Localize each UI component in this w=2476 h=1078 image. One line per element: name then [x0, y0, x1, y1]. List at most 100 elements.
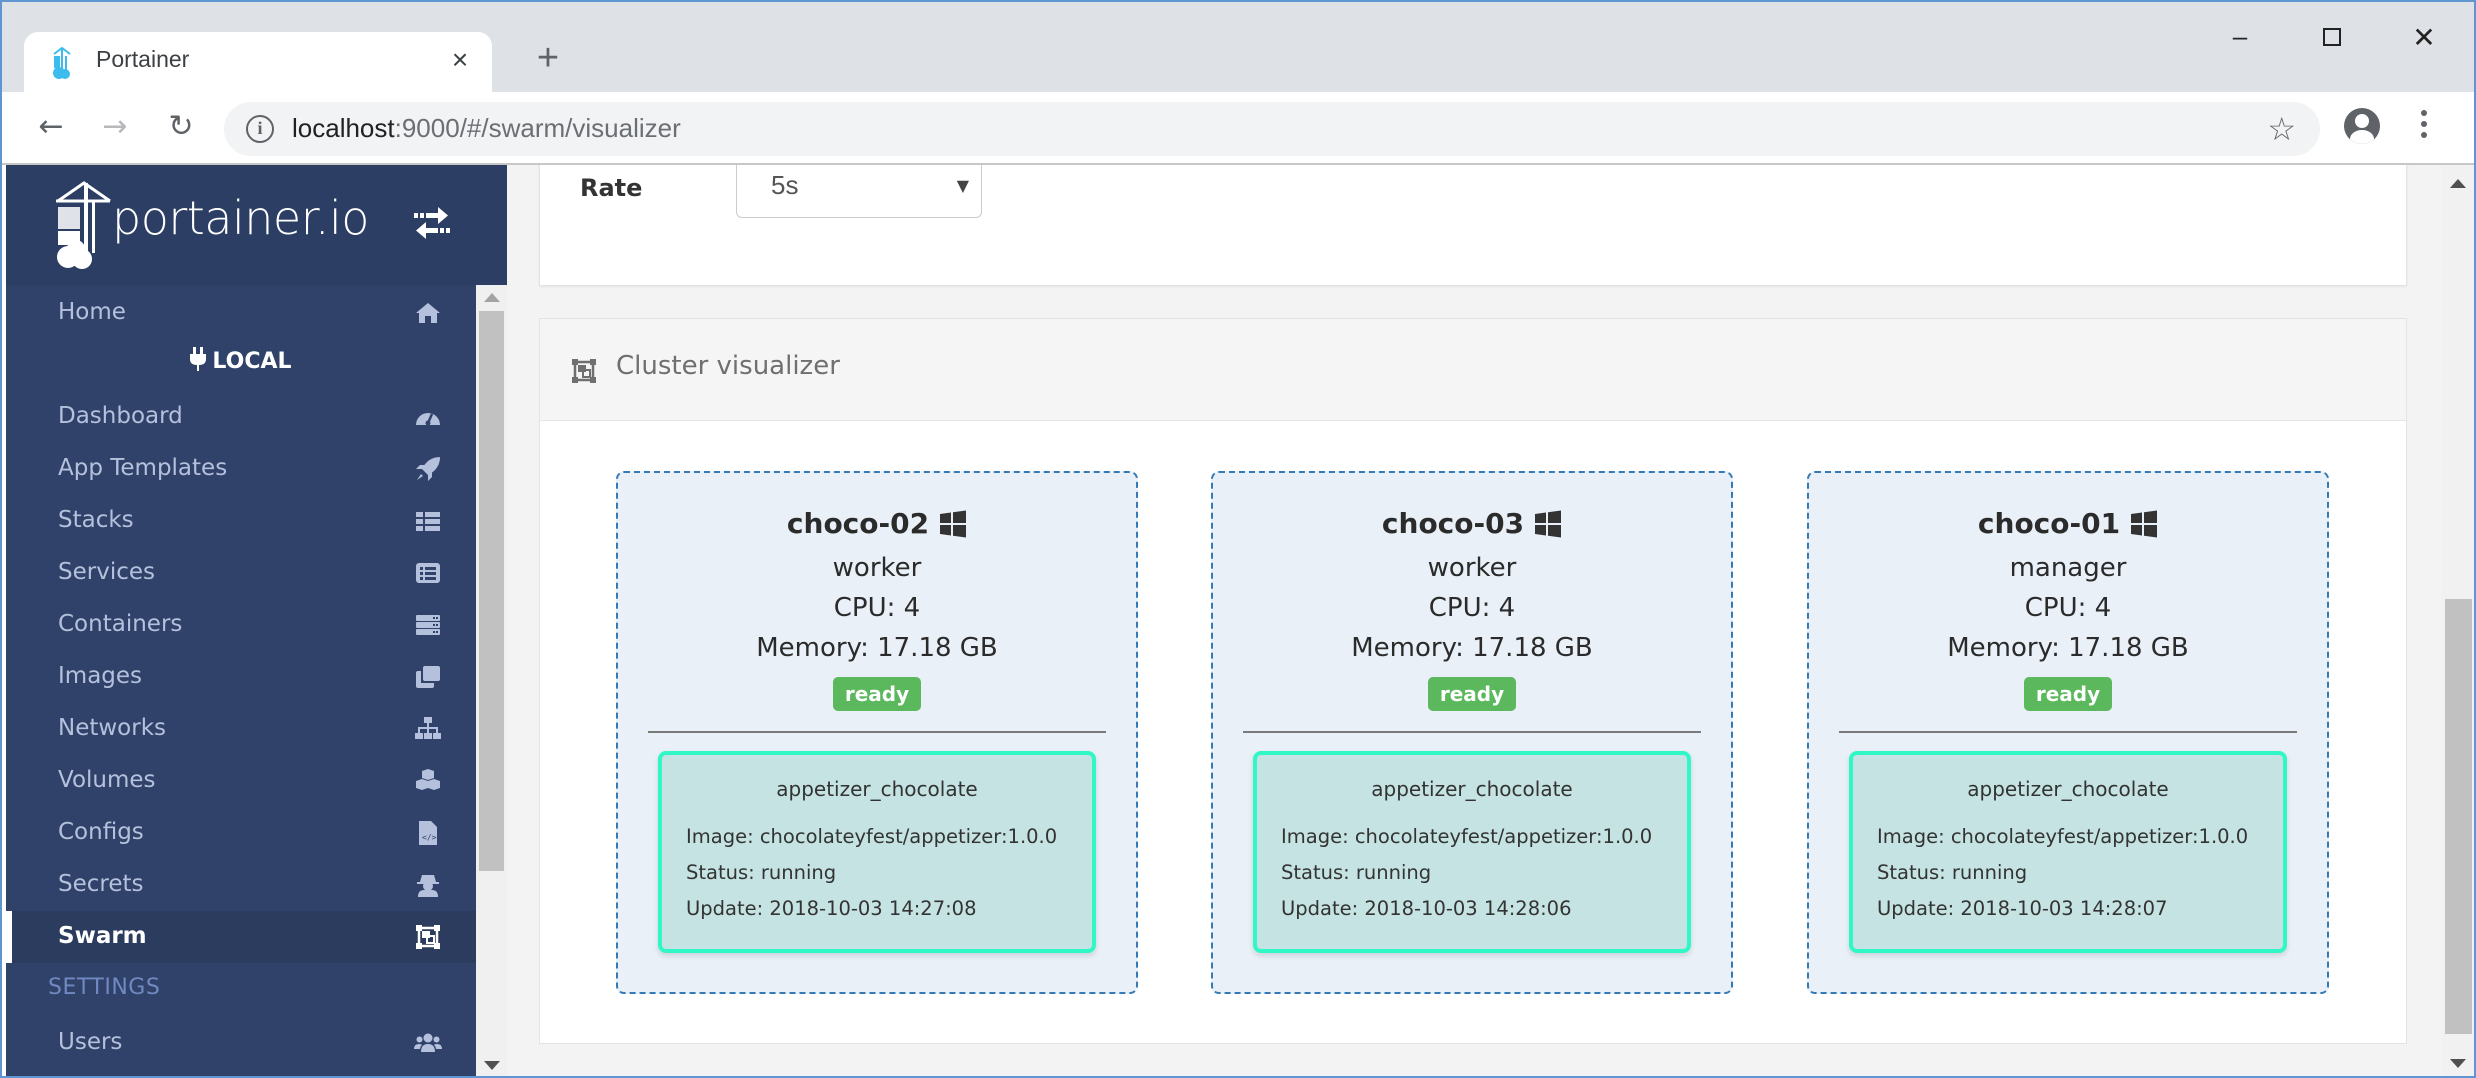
sitemap-icon: [415, 717, 441, 739]
portainer-logo[interactable]: portainer.io: [54, 177, 384, 273]
sidebar-item-label: Networks: [58, 715, 167, 741]
sidebar-item-label: Configs: [58, 819, 144, 845]
portainer-favicon-icon: [53, 46, 71, 79]
sidebar-item-volumes[interactable]: Volumes: [6, 755, 476, 807]
browser-menu-icon[interactable]: [2412, 106, 2436, 146]
scroll-down-arrow-icon[interactable]: [484, 1061, 500, 1070]
clone-icon: [416, 666, 440, 688]
tab-close-button[interactable]: ×: [444, 42, 476, 78]
scroll-down-arrow-icon[interactable]: [2450, 1059, 2466, 1068]
sidebar-item-label: Images: [58, 663, 143, 689]
sidebar-scrollbar-thumb[interactable]: [479, 311, 504, 871]
node-card: choco-03 worker CPU: 4 Memory: 17.18 GB …: [1211, 471, 1733, 994]
site-info-icon[interactable]: i: [246, 115, 274, 143]
windows-icon: [940, 510, 967, 537]
node-status-badge: ready: [2023, 677, 2113, 711]
portainer-crane-icon: [56, 181, 111, 269]
visualizer-settings-panel: Rate 5s ▼: [539, 165, 2407, 286]
svg-text:</>: </>: [422, 833, 437, 842]
node-status-badge: ready: [832, 677, 922, 711]
sidebar-item-networks[interactable]: Networks: [6, 703, 476, 755]
rocket-icon: [416, 457, 440, 481]
sidebar-item-configs[interactable]: Configs </>: [6, 807, 476, 859]
windows-icon: [2131, 510, 2158, 537]
sidebar-item-label: Containers: [58, 611, 183, 637]
endpoint-label: LOCAL: [6, 347, 476, 387]
close-window-button[interactable]: ✕: [2394, 16, 2454, 60]
rate-label: Rate: [580, 174, 643, 202]
node-memory: Memory: 17.18 GB: [1947, 633, 2189, 663]
sidebar-item-home[interactable]: Home: [6, 287, 476, 339]
browser-toolbar: ← → ↻ i localhost:9000/#/swarm/visualize…: [2, 92, 2474, 165]
th-list-icon: [416, 512, 440, 531]
url-host: localhost: [292, 113, 395, 143]
users-icon: [414, 1033, 442, 1052]
sidebar-item-swarm[interactable]: Swarm: [6, 911, 476, 963]
node-card: choco-01 manager CPU: 4 Memory: 17.18 GB…: [1807, 471, 2329, 994]
sidebar-item-label: Dashboard: [58, 403, 183, 429]
address-bar[interactable]: i localhost:9000/#/swarm/visualizer ☆: [224, 102, 2320, 156]
home-icon: [416, 303, 440, 323]
task-status: Status: running: [686, 861, 837, 884]
node-cpu: CPU: 4: [1428, 593, 1516, 623]
rate-select[interactable]: 5s ▼: [736, 165, 982, 218]
sidebar-item-images[interactable]: Images: [6, 651, 476, 703]
sidebar-toggle-icon[interactable]: [410, 201, 454, 245]
scroll-up-arrow-icon[interactable]: [484, 293, 500, 302]
sidebar-menu: Home LOCAL Dashboard App Templates Stack…: [6, 285, 476, 1076]
task-update: Update: 2018-10-03 14:28:06: [1281, 897, 1572, 920]
page-scrollbar-thumb[interactable]: [2445, 599, 2472, 1034]
sidebar-item-dashboard[interactable]: Dashboard: [6, 391, 476, 443]
sidebar-item-secrets[interactable]: Secrets: [6, 859, 476, 911]
maximize-button[interactable]: [2302, 16, 2362, 60]
sidebar-item-stacks[interactable]: Stacks: [6, 495, 476, 547]
url-path: :9000/#/swarm/visualizer: [394, 113, 681, 143]
new-tab-button[interactable]: +: [528, 38, 568, 78]
task-update: Update: 2018-10-03 14:28:07: [1877, 897, 2168, 920]
server-icon: [416, 615, 440, 635]
sidebar-item-app-templates[interactable]: App Templates: [6, 443, 476, 495]
object-group-icon: [572, 359, 596, 383]
sidebar-item-users[interactable]: Users: [6, 1017, 476, 1069]
page-scrollbar[interactable]: [2442, 165, 2474, 1076]
node-name: choco-03: [1381, 507, 1525, 540]
task-card[interactable]: appetizer_chocolate Image: chocolateyfes…: [658, 751, 1096, 953]
task-image: Image: chocolateyfest/appetizer:1.0.0: [1281, 825, 1653, 848]
sidebar-header: portainer.io: [6, 165, 507, 285]
browser-tab-portainer[interactable]: Portainer ×: [24, 32, 492, 94]
object-group-icon: [416, 925, 440, 949]
node-divider: [648, 731, 1106, 733]
sidebar-item-label: Secrets: [58, 871, 144, 897]
minimize-button[interactable]: –: [2210, 16, 2270, 60]
sidebar-item-label: Stacks: [58, 507, 134, 533]
node-role: manager: [2009, 553, 2127, 583]
url-text[interactable]: localhost:9000/#/swarm/visualizer: [292, 113, 681, 144]
node-memory: Memory: 17.18 GB: [756, 633, 998, 663]
node-role: worker: [1427, 553, 1517, 583]
main-content: Rate 5s ▼ Cluster visualizer choco-02 wo…: [507, 165, 2442, 1076]
scroll-up-arrow-icon[interactable]: [2450, 179, 2466, 188]
task-card[interactable]: appetizer_chocolate Image: chocolateyfes…: [1849, 751, 2287, 953]
profile-avatar-icon[interactable]: [2344, 108, 2380, 144]
sidebar-item-containers[interactable]: Containers: [6, 599, 476, 651]
task-image: Image: chocolateyfest/appetizer:1.0.0: [1877, 825, 2249, 848]
sidebar-item-label: Swarm: [58, 923, 147, 949]
forward-button[interactable]: →: [92, 104, 138, 150]
maximize-icon: [2323, 28, 2341, 46]
node-role: worker: [832, 553, 922, 583]
back-button[interactable]: ←: [28, 104, 74, 150]
sidebar-scrollbar[interactable]: [476, 285, 507, 1076]
bookmark-star-icon[interactable]: ☆: [2267, 110, 2296, 148]
task-card[interactable]: appetizer_chocolate Image: chocolateyfes…: [1253, 751, 1691, 953]
sidebar-item-label: Users: [58, 1029, 123, 1055]
node-memory: Memory: 17.18 GB: [1351, 633, 1593, 663]
cubes-icon: [416, 769, 440, 790]
sidebar-item-services[interactable]: Services: [6, 547, 476, 599]
reload-button[interactable]: ↻: [158, 104, 204, 150]
task-service-name: appetizer_chocolate: [776, 777, 978, 801]
node-cpu: CPU: 4: [833, 593, 921, 623]
cluster-visualizer-panel: Cluster visualizer choco-02 worker CPU: …: [539, 318, 2407, 1044]
node-name: choco-02: [786, 507, 930, 540]
node-cpu: CPU: 4: [2024, 593, 2112, 623]
node-name: choco-01: [1977, 507, 2121, 540]
